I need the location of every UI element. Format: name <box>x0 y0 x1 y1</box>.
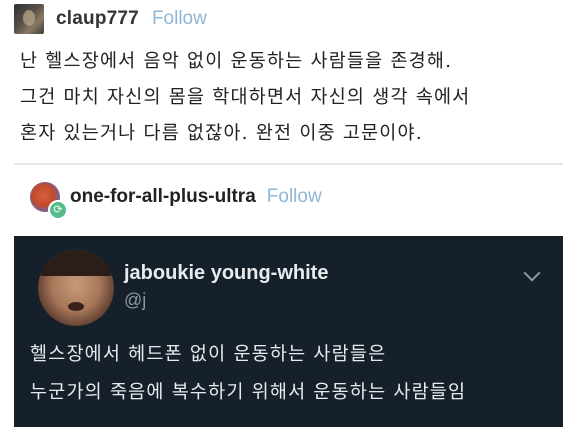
user-photo-icon[interactable] <box>14 4 44 34</box>
divider <box>14 163 563 165</box>
post-username[interactable]: claup777 <box>56 8 139 30</box>
tweet-text-line: 헬스장에서 헤드폰 없이 운동하는 사람들은 <box>30 344 387 365</box>
post-header: claup777 Follow <box>14 2 207 36</box>
post-body: 난 헬스장에서 음악 없이 운동하는 사람들을 존경해. 그건 마치 자신의 몸… <box>20 44 560 152</box>
tweet-text-line: 누군가의 죽음에 복수하기 위해서 운동하는 사람들임 <box>30 382 467 403</box>
reblog-follow-button[interactable]: Follow <box>267 186 322 208</box>
post-text-line: 난 헬스장에서 음악 없이 운동하는 사람들을 존경해. <box>20 51 453 72</box>
post-text-line: 혼자 있는거나 다름 없잖아. 완전 이중 고문이야. <box>20 123 423 144</box>
tweet-display-name[interactable]: jaboukie young-white <box>124 262 328 285</box>
post-text-line: 그건 마치 자신의 몸을 학대하면서 자신의 생각 속에서 <box>20 87 471 108</box>
user-photo-icon[interactable] <box>38 250 114 326</box>
tweet-body: 헬스장에서 헤드폰 없이 운동하는 사람들은 누군가의 죽음에 복수하기 위해서… <box>30 336 555 412</box>
reblog-username[interactable]: one-for-all-plus-ultra <box>70 186 256 208</box>
user-avatar-icon[interactable]: ⟳ <box>30 182 68 220</box>
tweet-handle[interactable]: @j <box>124 290 146 311</box>
post-follow-button[interactable]: Follow <box>152 8 207 30</box>
reblog-icon: ⟳ <box>48 200 68 220</box>
reblog-header: ⟳ one-for-all-plus-ultra Follow <box>30 180 322 220</box>
chevron-down-icon[interactable] <box>523 264 541 282</box>
embedded-tweet: jaboukie young-white @j 헬스장에서 헤드폰 없이 운동하… <box>14 236 563 427</box>
